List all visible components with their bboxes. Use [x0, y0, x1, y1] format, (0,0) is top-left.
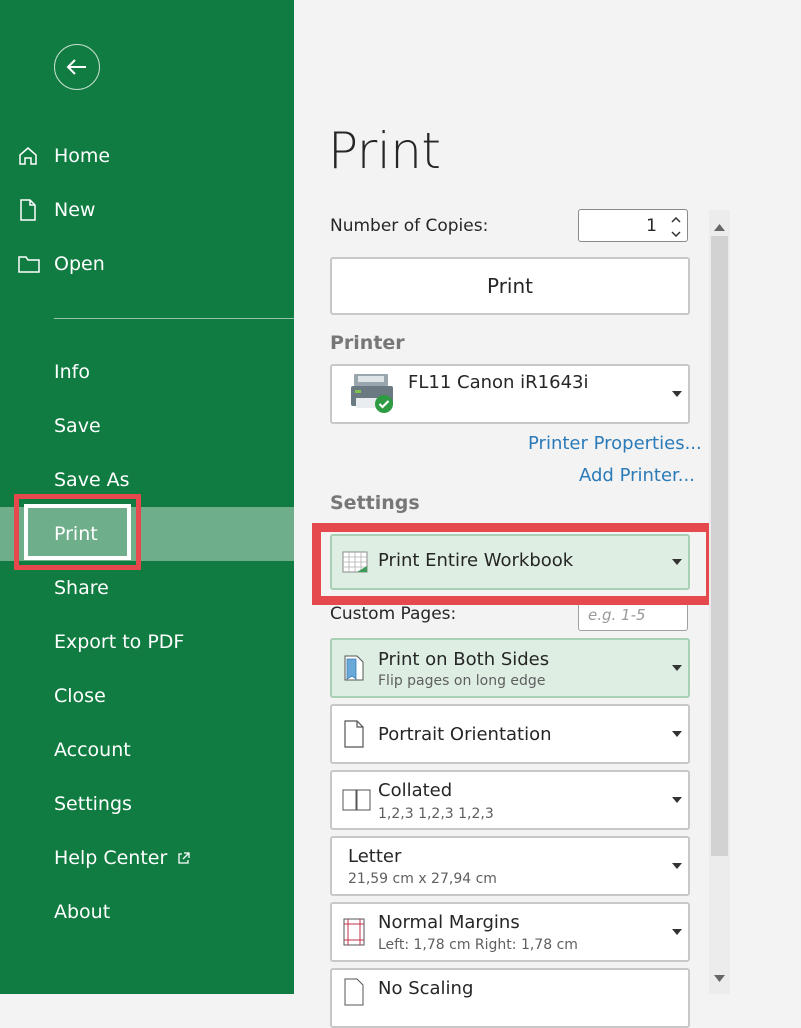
- sides-title: Print on Both Sides: [378, 649, 550, 670]
- printer-properties-link[interactable]: Printer Properties...: [528, 433, 702, 454]
- page-title: Print: [328, 122, 441, 180]
- sidebar-item-save[interactable]: Save: [0, 399, 294, 453]
- add-printer-link[interactable]: Add Printer...: [579, 465, 695, 486]
- printer-dropdown[interactable]: FL11 Canon iR1643i: [330, 364, 690, 424]
- paper-title: Letter: [348, 846, 402, 867]
- sidebar-item-label: Info: [54, 361, 90, 383]
- sidebar-item-label: Help Center: [54, 847, 168, 869]
- sidebar-item-label: New: [54, 199, 96, 221]
- scroll-up-icon[interactable]: [714, 216, 725, 235]
- spin-up-icon[interactable]: [669, 213, 683, 226]
- scaling-value: No Scaling: [378, 978, 474, 999]
- sidebar-item-help-center[interactable]: Help Center: [0, 831, 294, 885]
- sidebar-item-label: Share: [54, 577, 109, 599]
- folder-icon: [17, 254, 43, 274]
- print-button[interactable]: Print: [330, 257, 690, 315]
- back-button[interactable]: [54, 44, 100, 90]
- paper-subtitle: 21,59 cm x 27,94 cm: [348, 871, 497, 887]
- sidebar-item-account[interactable]: Account: [0, 723, 294, 777]
- sidebar-item-info[interactable]: Info: [0, 345, 294, 399]
- sidebar-item-label: About: [54, 901, 111, 923]
- sidebar-item-label: Save: [54, 415, 101, 437]
- home-icon: [17, 145, 43, 167]
- printer-ready-icon: [350, 374, 398, 414]
- sidebar-item-label: Account: [54, 739, 131, 761]
- copies-value: 1: [646, 216, 657, 236]
- margins-title: Normal Margins: [378, 912, 520, 933]
- chevron-down-icon: [672, 391, 682, 397]
- sidebar-divider: [54, 318, 294, 319]
- sidebar-item-open[interactable]: Open: [0, 244, 105, 284]
- printer-section-heading: Printer: [330, 332, 405, 354]
- margins-dropdown[interactable]: Normal Margins Left: 1,78 cm Right: 1,78…: [330, 902, 690, 962]
- chevron-down-icon: [672, 863, 682, 869]
- margins-subtitle: Left: 1,78 cm Right: 1,78 cm: [378, 937, 578, 953]
- printer-name: FL11 Canon iR1643i: [408, 372, 589, 393]
- external-link-icon: [177, 851, 190, 865]
- scrollbar-thumb[interactable]: [711, 236, 728, 856]
- sidebar-item-export-pdf[interactable]: Export to PDF: [0, 615, 294, 669]
- chevron-down-icon: [672, 731, 682, 737]
- sidebar-item-label: Export to PDF: [54, 631, 185, 653]
- scroll-down-icon[interactable]: [714, 967, 725, 986]
- sidebar-item-about[interactable]: About: [0, 885, 294, 939]
- sides-subtitle: Flip pages on long edge: [378, 673, 546, 689]
- orientation-dropdown[interactable]: Portrait Orientation: [330, 704, 690, 764]
- new-document-icon: [17, 198, 43, 222]
- highlight-box-print-inner: [24, 504, 131, 560]
- sidebar-item-close[interactable]: Close: [0, 669, 294, 723]
- custom-pages-label: Custom Pages:: [330, 604, 457, 624]
- collation-dropdown[interactable]: Collated 1,2,3 1,2,3 1,2,3: [330, 770, 690, 830]
- chevron-down-icon: [672, 929, 682, 935]
- collation-subtitle: 1,2,3 1,2,3 1,2,3: [378, 806, 494, 822]
- collated-pages-icon: [342, 789, 372, 811]
- sidebar-item-label: Home: [54, 145, 111, 167]
- copies-label: Number of Copies:: [330, 216, 489, 236]
- margins-icon: [342, 917, 366, 947]
- highlight-box-print-what: [312, 523, 715, 605]
- paper-size-dropdown[interactable]: Letter 21,59 cm x 27,94 cm: [330, 836, 690, 896]
- settings-section-heading: Settings: [330, 492, 420, 514]
- chevron-down-icon: [672, 797, 682, 803]
- sides-dropdown[interactable]: Print on Both Sides Flip pages on long e…: [330, 638, 690, 698]
- sidebar-item-label: Settings: [54, 793, 132, 815]
- copies-input[interactable]: 1: [578, 209, 688, 242]
- orientation-value: Portrait Orientation: [378, 724, 552, 745]
- sidebar-item-label: Close: [54, 685, 106, 707]
- sidebar-item-new[interactable]: New: [0, 190, 95, 230]
- sidebar-item-label: Save As: [54, 469, 130, 491]
- spin-down-icon[interactable]: [669, 227, 683, 240]
- chevron-down-icon: [672, 665, 682, 671]
- sidebar-item-settings[interactable]: Settings: [0, 777, 294, 831]
- scaling-page-icon: [342, 977, 366, 1007]
- scaling-dropdown[interactable]: No Scaling: [330, 968, 690, 1028]
- sidebar-item-home[interactable]: Home: [0, 136, 110, 176]
- duplex-page-icon: [342, 653, 366, 683]
- portrait-page-icon: [342, 719, 366, 749]
- back-arrow-icon: [66, 59, 86, 75]
- sidebar-item-label: Open: [54, 253, 105, 275]
- collation-title: Collated: [378, 780, 453, 801]
